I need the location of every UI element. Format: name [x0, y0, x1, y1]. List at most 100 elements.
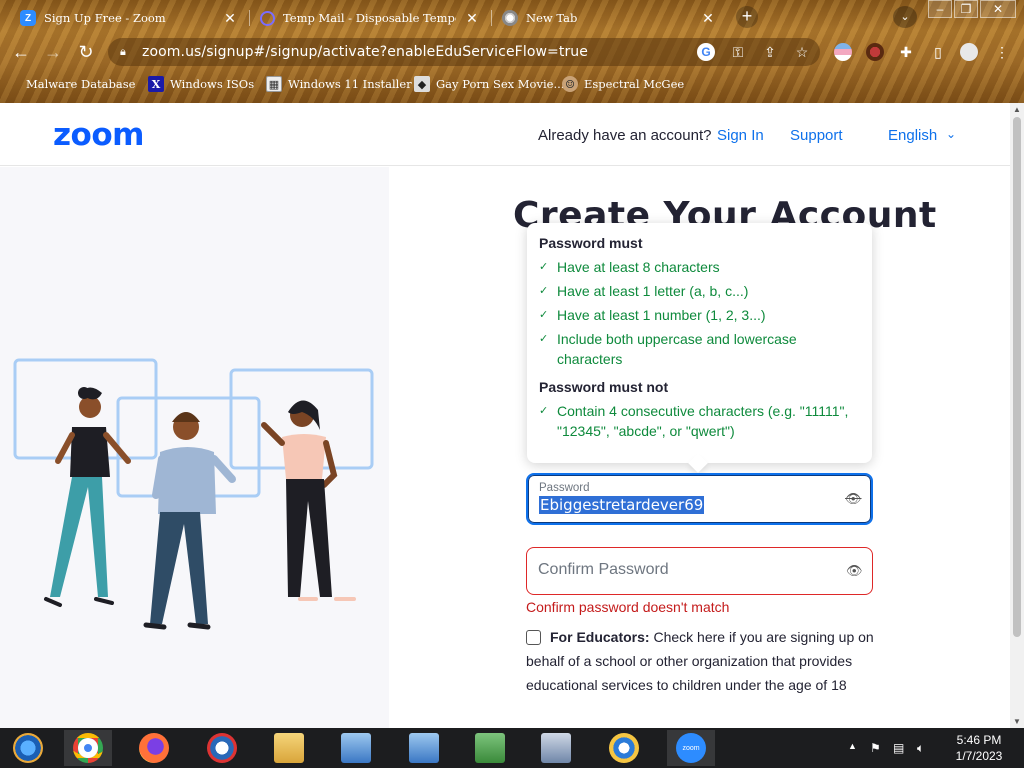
folder-icon	[14, 76, 20, 92]
sign-in-link[interactable]: Sign In	[717, 127, 764, 144]
scroll-up-icon[interactable]: ▲	[1013, 105, 1021, 114]
already-account-text: Already have an account?	[538, 127, 712, 144]
chrome-tab-icon	[502, 10, 518, 26]
educators-checkbox-row: For Educators: Check here if you are sig…	[526, 625, 876, 697]
close-icon[interactable]: ✕	[464, 10, 480, 27]
password-value[interactable]: Ebiggestretardever69	[539, 496, 705, 514]
confirm-password-field[interactable]: Confirm Password 👁︎	[526, 547, 873, 595]
chevron-down-icon[interactable]: ⌄	[946, 127, 956, 141]
extensions-puzzle-icon[interactable]: ✚	[897, 43, 915, 61]
bookmark-malware-database[interactable]: Malware Database	[14, 76, 135, 92]
profile-icon[interactable]	[960, 43, 978, 61]
tab-search-button[interactable]: ⌄	[893, 6, 917, 28]
maximize-button[interactable]: ❐	[954, 0, 978, 18]
tab-sign-up-zoom[interactable]: Z Sign Up Free - Zoom ✕	[10, 4, 248, 32]
zoom-tab-icon: Z	[20, 10, 36, 26]
tab-title: New Tab	[526, 11, 578, 25]
new-tab-button[interactable]: +	[736, 6, 758, 28]
educators-checkbox[interactable]	[526, 630, 541, 645]
confirm-password-placeholder[interactable]: Confirm Password	[538, 561, 669, 579]
taskbar-chrome[interactable]	[64, 730, 112, 766]
avatar-icon: ☺	[562, 76, 578, 92]
bookmark-espectral-mcgee[interactable]: ☺ Espectral McGee	[562, 76, 684, 92]
close-icon[interactable]: ✕	[222, 10, 238, 27]
computer-icon	[341, 733, 371, 763]
scroll-down-icon[interactable]: ▼	[1013, 717, 1021, 726]
taskbar-app-5[interactable]	[332, 730, 380, 766]
side-panel-icon[interactable]: ▯	[929, 43, 947, 61]
flag-icon[interactable]: ⚑	[870, 741, 881, 755]
site-header: zoom Already have an account? Sign In Su…	[0, 103, 1010, 166]
password-label: Password	[539, 482, 590, 494]
site-icon: ◆	[414, 76, 430, 92]
app-circle-icon	[609, 733, 639, 763]
minimize-button[interactable]: –	[928, 0, 952, 18]
reload-button[interactable]: ↻	[75, 41, 97, 63]
tray-chevron-up-icon[interactable]: ▲	[848, 741, 857, 751]
scrollbar-thumb[interactable]	[1013, 117, 1021, 637]
google-icon[interactable]: G	[697, 43, 715, 61]
taskbar-file-explorer[interactable]	[265, 730, 313, 766]
bookmark-star-icon[interactable]: ☆	[793, 43, 811, 61]
language-selector[interactable]: English	[888, 127, 937, 144]
windows-taskbar: zoom ▲ ⚑ ▤ 🔈︎ 5:46 PM 1/7/2023	[0, 728, 1024, 768]
network-tray-icon[interactable]: ▤	[893, 741, 904, 755]
check-icon: ✓	[539, 309, 549, 321]
extension-avatar-icon[interactable]	[866, 43, 884, 61]
zoom-logo[interactable]: zoom	[53, 117, 144, 153]
taskbar-app-3[interactable]	[198, 730, 246, 766]
illustration-panel	[0, 167, 389, 728]
taskbar-zoom[interactable]: zoom	[667, 730, 715, 766]
back-button[interactable]: ←	[10, 41, 32, 63]
taskbar-app-9[interactable]	[600, 730, 648, 766]
tab-new-tab[interactable]: New Tab ✕	[492, 4, 726, 32]
check-icon: ✓	[539, 405, 549, 417]
forward-button[interactable]: →	[42, 41, 64, 63]
folder-icon	[274, 733, 304, 763]
x-icon: X	[148, 76, 164, 92]
keyboard-icon	[541, 733, 571, 763]
network-icon	[475, 733, 505, 763]
bookmark-site[interactable]: ◆ Gay Porn Sex Movie...	[414, 76, 564, 92]
system-clock[interactable]: 5:46 PM 1/7/2023	[944, 732, 1014, 764]
eye-slash-icon[interactable]: 👁︎	[845, 492, 862, 505]
clock-time: 5:46 PM	[956, 733, 1002, 747]
eye-icon[interactable]: 👁︎	[846, 564, 863, 577]
chrome-icon	[73, 733, 103, 763]
tab-title: Sign Up Free - Zoom	[44, 11, 166, 25]
start-button[interactable]	[4, 730, 52, 766]
taskbar-app-7[interactable]	[466, 730, 514, 766]
taskbar-app-8[interactable]	[532, 730, 580, 766]
check-icon: ✓	[539, 333, 549, 345]
key-icon[interactable]: ⚿	[729, 43, 747, 61]
clock-date: 1/7/2023	[955, 749, 1003, 763]
menu-kebab-icon[interactable]: ⋮	[993, 43, 1011, 61]
volume-icon[interactable]: 🔈︎	[917, 741, 924, 756]
tab-title: Temp Mail - Disposable Temporar	[283, 11, 456, 25]
must-heading: Password must	[539, 235, 643, 251]
close-icon[interactable]: ✕	[700, 10, 716, 27]
password-field[interactable]: Password Ebiggestretardever69 👁︎	[526, 473, 873, 525]
image-icon: ▦	[266, 76, 282, 92]
rule-item: ✓ Have at least 1 letter (a, b, c...)	[539, 283, 749, 299]
confirm-password-error: Confirm password doesn't match	[526, 599, 730, 615]
url-text[interactable]: zoom.us/signup#/signup/activate?enableEd…	[142, 44, 588, 60]
taskbar-app-6[interactable]	[400, 730, 448, 766]
rule-item: ✓ Contain 4 consecutive characters (e.g. …	[539, 403, 849, 439]
rule-item: ✓ Have at least 1 number (1, 2, 3...)	[539, 307, 766, 323]
close-window-button[interactable]: ✕	[980, 0, 1016, 18]
share-icon[interactable]: ⇪	[761, 43, 779, 61]
support-link[interactable]: Support	[790, 127, 843, 144]
bookmark-windows-isos[interactable]: X Windows ISOs	[148, 76, 254, 92]
firefox-icon	[139, 733, 169, 763]
people-illustration	[13, 358, 374, 630]
tempmail-tab-icon	[260, 10, 275, 26]
tab-temp-mail[interactable]: Temp Mail - Disposable Temporar ✕	[250, 4, 490, 32]
taskbar-firefox[interactable]	[130, 730, 178, 766]
web-page: zoom Already have an account? Sign In Su…	[0, 103, 1024, 728]
extension-flag-icon[interactable]	[834, 43, 852, 61]
bookmark-windows-11-installer[interactable]: ▦ Windows 11 Installer	[266, 76, 412, 92]
rule-item: ✓ Include both uppercase and lowercase ch…	[539, 331, 797, 367]
page-scrollbar[interactable]: ▲ ▼	[1010, 103, 1024, 728]
check-icon: ✓	[539, 285, 549, 297]
